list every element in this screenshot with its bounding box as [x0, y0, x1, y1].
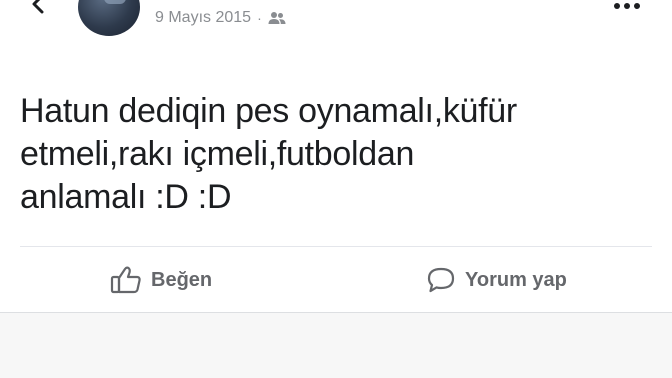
post-date[interactable]: 9 Mayıs 2015 — [155, 9, 251, 27]
like-button[interactable]: Beğen — [110, 265, 212, 295]
back-chevron-icon[interactable] — [28, 0, 48, 14]
avatar[interactable] — [78, 0, 140, 36]
avatar-image — [104, 0, 126, 4]
comment-label: Yorum yap — [465, 268, 567, 291]
more-options-icon[interactable] — [612, 0, 642, 9]
comment-bubble-icon — [427, 267, 455, 293]
comment-button[interactable]: Yorum yap — [426, 265, 567, 295]
post-meta: 9 Mayıs 2015 · — [155, 8, 286, 28]
card-bottom-border — [0, 312, 672, 313]
thumbs-up-icon — [110, 266, 141, 294]
divider — [20, 246, 652, 247]
meta-separator: · — [257, 10, 262, 26]
post-card: 9 Mayıs 2015 · Hatun dediqin pes oynamal… — [0, 0, 672, 312]
friends-icon[interactable] — [268, 11, 286, 25]
post-text: Hatun dediqin pes oynamalı,küfür etmeli,… — [20, 92, 517, 216]
like-label: Beğen — [151, 268, 213, 291]
